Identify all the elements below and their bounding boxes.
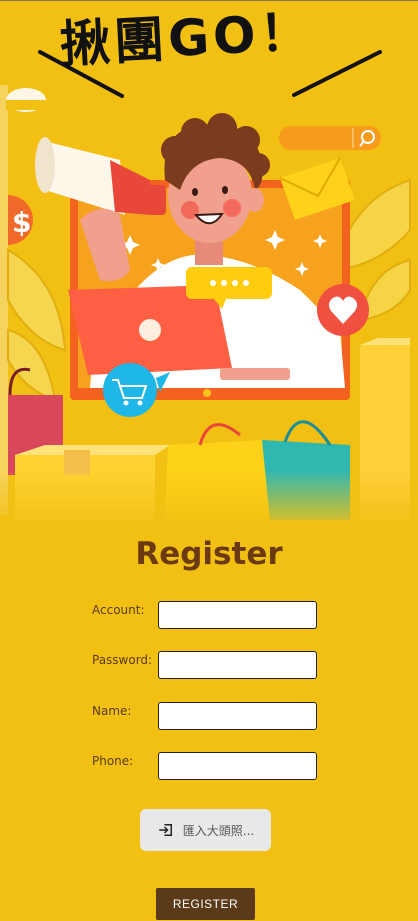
account-input[interactable] bbox=[158, 601, 317, 629]
account-label: Account: bbox=[92, 603, 145, 617]
register-button[interactable]: REGISTER bbox=[156, 888, 255, 920]
svg-text:$: $ bbox=[12, 206, 31, 239]
phone-row: Phone: bbox=[92, 752, 332, 784]
search-icon bbox=[279, 126, 381, 150]
import-icon bbox=[159, 824, 172, 836]
heart-icon bbox=[317, 284, 369, 336]
name-label: Name: bbox=[92, 704, 132, 718]
leaf-left bbox=[7, 248, 67, 402]
page-title: Register bbox=[135, 536, 283, 572]
upload-avatar-button[interactable]: 匯入大頭照... bbox=[140, 809, 271, 851]
dollar-icon: $ bbox=[8, 195, 33, 245]
upload-avatar-label: 匯入大頭照... bbox=[182, 823, 255, 838]
phone-label: Phone: bbox=[92, 754, 134, 768]
phone-input[interactable] bbox=[158, 752, 317, 780]
password-row: Password: bbox=[92, 651, 332, 683]
account-row: Account: bbox=[92, 601, 332, 633]
password-label: Password: bbox=[92, 653, 153, 667]
megaphone-icon bbox=[35, 137, 166, 215]
name-row: Name: bbox=[92, 702, 332, 734]
name-input[interactable] bbox=[158, 702, 317, 730]
password-input[interactable] bbox=[158, 651, 317, 679]
